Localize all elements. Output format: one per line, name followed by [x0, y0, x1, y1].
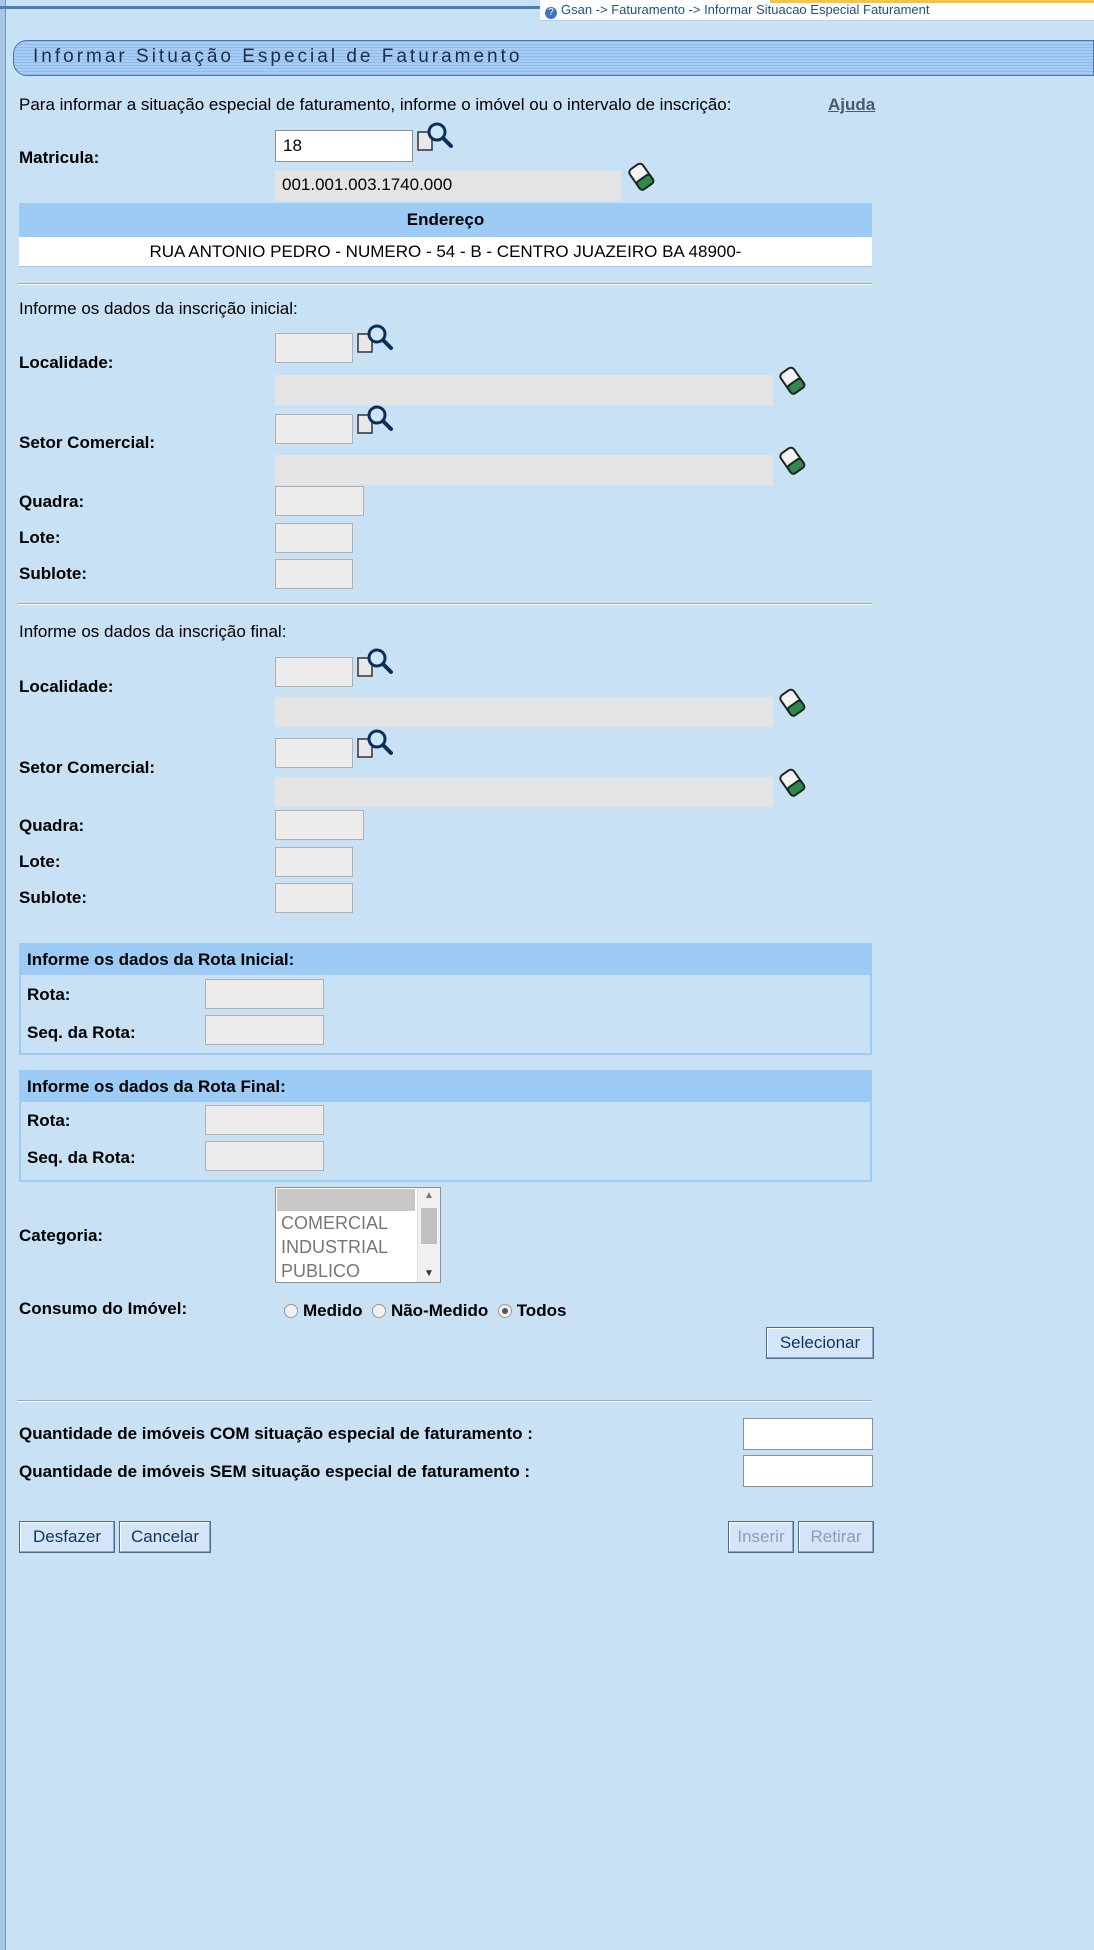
localidade-inicial-search-icon[interactable] — [356, 322, 394, 356]
help-icon: ? — [545, 7, 557, 19]
quadra-final-label: Quadra: — [19, 816, 85, 835]
setor-final-label: Setor Comercial: — [19, 758, 156, 777]
localidade-final-label: Localidade: — [19, 677, 114, 696]
localidade-inicial-input[interactable] — [275, 333, 353, 363]
quadra-final-input[interactable] — [275, 810, 364, 840]
quadra-inicial-input[interactable] — [275, 486, 364, 516]
address-value: RUA ANTONIO PEDRO - NUMERO - 54 - B - CE… — [19, 237, 872, 267]
quantidade-sem-field — [743, 1455, 873, 1487]
divider — [17, 603, 872, 605]
quadra-inicial-label: Quadra: — [19, 492, 85, 511]
categoria-scrollbar[interactable]: ▲ ▼ — [417, 1188, 440, 1282]
eraser-icon[interactable] — [627, 160, 657, 192]
rota-inicial-box: Informe os dados da Rota Inicial: — [19, 943, 872, 1055]
consumo-radio-group: Medido Não-Medido Todos — [284, 1301, 566, 1321]
categoria-option[interactable]: PUBLICO — [277, 1259, 415, 1283]
localidade-final-description — [275, 697, 773, 727]
localidade-inicial-label: Localidade: — [19, 353, 114, 372]
setor-inicial-input[interactable] — [275, 414, 353, 444]
categoria-listbox[interactable]: COMERCIAL INDUSTRIAL PUBLICO ▲ ▼ — [275, 1187, 441, 1283]
seq-rota-inicial-label: Seq. da Rota: — [27, 1023, 136, 1042]
inserir-button[interactable]: Inserir — [728, 1521, 794, 1553]
localidade-inicial-description — [275, 375, 773, 405]
scroll-up-icon[interactable]: ▲ — [418, 1188, 440, 1204]
rota-final-label: Rota: — [27, 1111, 71, 1130]
matricula-inscricao: 001.001.003.1740.000 — [275, 171, 621, 201]
left-frame-border — [0, 0, 6, 1950]
breadcrumb-text: Gsan -> Faturamento -> Informar Situacao… — [561, 2, 930, 17]
inscricao-final-heading: Informe os dados da inscrição final: — [19, 622, 287, 641]
setor-final-input[interactable] — [275, 738, 353, 768]
page-title: Informar Situação Especial de Faturament… — [33, 46, 523, 67]
scroll-down-icon[interactable]: ▼ — [418, 1266, 440, 1282]
categoria-option[interactable]: INDUSTRIAL — [277, 1235, 415, 1259]
lote-inicial-label: Lote: — [19, 528, 61, 547]
categoria-option[interactable]: COMERCIAL — [277, 1211, 415, 1235]
localidade-final-search-icon[interactable] — [356, 646, 394, 680]
rota-inicial-input[interactable] — [205, 979, 324, 1009]
quantidade-com-label: Quantidade de imóveis COM situação espec… — [19, 1424, 533, 1443]
intro-text: Para informar a situação especial de fat… — [19, 95, 732, 114]
retirar-button[interactable]: Retirar — [798, 1521, 874, 1553]
divider — [17, 1400, 872, 1402]
breadcrumb: ? Gsan -> Faturamento -> Informar Situaca… — [545, 2, 930, 19]
setor-inicial-search-icon[interactable] — [356, 403, 394, 437]
sublote-final-label: Sublote: — [19, 888, 87, 907]
rota-final-heading: Informe os dados da Rota Final: — [21, 1072, 870, 1102]
setor-final-eraser-icon[interactable] — [778, 766, 808, 798]
categoria-option-selected[interactable] — [277, 1189, 415, 1211]
address-header: Endereço — [19, 203, 872, 237]
seq-rota-final-label: Seq. da Rota: — [27, 1148, 136, 1167]
selecionar-button[interactable]: Selecionar — [766, 1327, 874, 1359]
sublote-inicial-input[interactable] — [275, 559, 353, 589]
rota-final-box: Informe os dados da Rota Final: — [19, 1070, 872, 1182]
quantidade-com-field — [743, 1418, 873, 1450]
matricula-label: Matricula: — [19, 148, 100, 167]
setor-inicial-eraser-icon[interactable] — [778, 444, 808, 476]
magnifier-search-icon[interactable] — [416, 120, 454, 154]
localidade-final-eraser-icon[interactable] — [778, 686, 808, 718]
cancelar-button[interactable]: Cancelar — [119, 1521, 211, 1553]
divider — [17, 283, 872, 285]
inscricao-inicial-heading: Informe os dados da inscrição inicial: — [19, 299, 298, 318]
categoria-options: COMERCIAL INDUSTRIAL PUBLICO — [277, 1211, 415, 1283]
localidade-final-input[interactable] — [275, 657, 353, 687]
sublote-inicial-label: Sublote: — [19, 564, 87, 583]
lote-final-input[interactable] — [275, 847, 353, 877]
matricula-input[interactable] — [275, 130, 413, 162]
rota-inicial-heading: Informe os dados da Rota Inicial: — [21, 945, 870, 975]
scroll-thumb[interactable] — [421, 1208, 437, 1244]
radio-medido[interactable]: Medido — [284, 1301, 363, 1320]
setor-final-description — [275, 777, 773, 807]
categoria-label: Categoria: — [19, 1226, 104, 1245]
lote-inicial-input[interactable] — [275, 523, 353, 553]
sublote-final-input[interactable] — [275, 883, 353, 913]
seq-rota-final-input[interactable] — [205, 1141, 324, 1171]
setor-inicial-label: Setor Comercial: — [19, 433, 156, 452]
lote-final-label: Lote: — [19, 852, 61, 871]
localidade-inicial-eraser-icon[interactable] — [778, 364, 808, 396]
radio-nao-medido[interactable]: Não-Medido — [371, 1301, 488, 1320]
help-link[interactable]: Ajuda — [828, 95, 875, 115]
desfazer-button[interactable]: Desfazer — [19, 1521, 115, 1553]
setor-final-search-icon[interactable] — [356, 727, 394, 761]
quantidade-sem-label: Quantidade de imóveis SEM situação espec… — [19, 1462, 531, 1481]
setor-inicial-description — [275, 455, 773, 485]
consumo-label: Consumo do Imóvel: — [19, 1299, 188, 1318]
rota-inicial-label: Rota: — [27, 985, 71, 1004]
radio-todos[interactable]: Todos — [497, 1301, 566, 1320]
rota-final-input[interactable] — [205, 1105, 324, 1135]
seq-rota-inicial-input[interactable] — [205, 1015, 324, 1045]
